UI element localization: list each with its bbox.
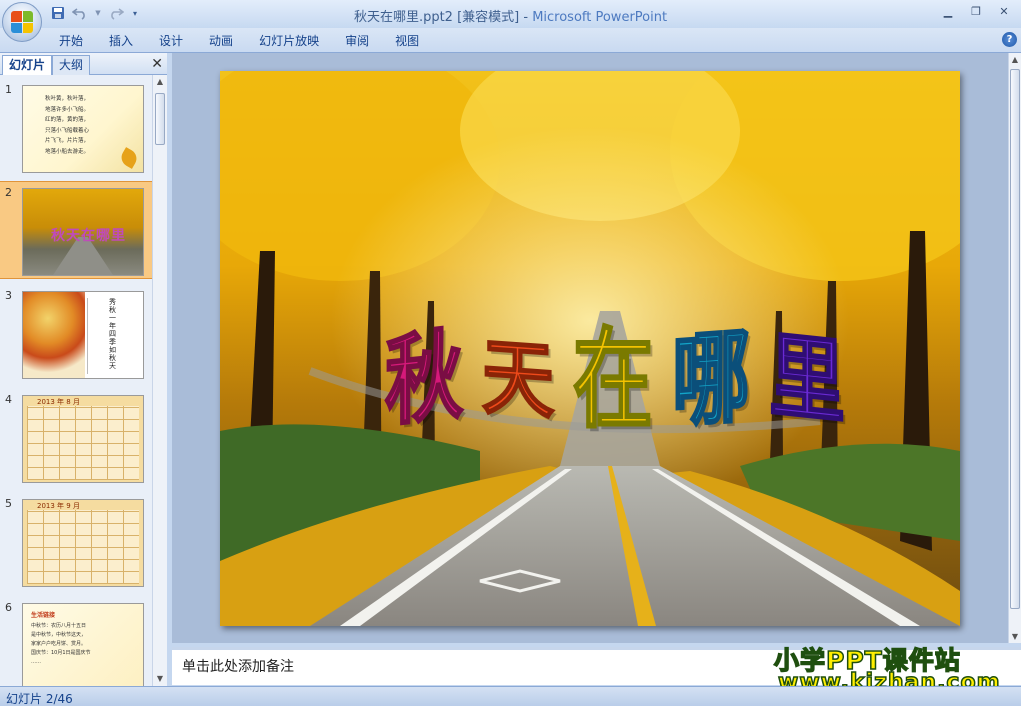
wordart-char-5: 里 — [768, 320, 846, 437]
title-separator: - — [519, 10, 533, 25]
close-icon[interactable]: ✕ — [991, 2, 1017, 20]
slide-editing-area: 秋 天 在 哪 里 — [172, 53, 1008, 643]
slide-number: 4 — [5, 393, 12, 406]
wordart-char-4: 哪 — [671, 318, 751, 443]
status-bar: 幻灯片 2/46 — [0, 686, 1021, 706]
poem-line: 地落许多小飞船。 — [45, 106, 90, 113]
thumb-title: 秋天在哪里 — [51, 228, 126, 244]
slide-thumbnail-3[interactable]: 3 秀 秋 一 年 四 季 如 秋 天 — [0, 285, 152, 383]
slide-thumbnail-2[interactable]: 2 秋天在哪里 — [0, 181, 152, 279]
slide-number: 5 — [5, 497, 12, 510]
poem-line: 秋叶黄，秋叶落， — [45, 96, 90, 102]
thumb-char: 季 — [109, 338, 116, 346]
ribbon-tabs: 开始 插入 设计 动画 幻灯片放映 审阅 视图 — [46, 32, 432, 50]
slide-thumbnails: 1 秋叶黄，秋叶落， 地落许多小飞船。 红的落，黄的落， 只落小飞船载着心 片飞… — [0, 75, 152, 686]
slide-number: 1 — [5, 83, 12, 96]
tab-slideshow[interactable]: 幻灯片放映 — [246, 32, 332, 50]
tab-insert[interactable]: 插入 — [96, 32, 146, 50]
poem-line: 片飞飞，片片落， — [45, 138, 90, 144]
thumbnail-image: 秋叶黄，秋叶落， 地落许多小飞船。 红的落，黄的落， 只落小飞船载着心 片飞飞，… — [22, 85, 144, 173]
thumb-leaves — [23, 292, 85, 378]
help-icon[interactable]: ? — [1002, 32, 1017, 47]
thumb-char: 天 — [109, 362, 116, 370]
thumbnail-image: 秀 秋 一 年 四 季 如 秋 天 — [22, 291, 144, 379]
slide-scrollbar[interactable]: ▲ ▼ — [1008, 53, 1021, 643]
scroll-up-icon[interactable]: ▲ — [153, 75, 167, 89]
poem-line: 只落小飞船载着心 — [45, 127, 90, 134]
slide-thumbnail-5[interactable]: 5 2013 年 9 月 — [0, 493, 152, 591]
tab-view[interactable]: 视图 — [382, 32, 432, 50]
thumb-char: 秀 — [109, 298, 116, 306]
thumb-char: 年 — [109, 322, 116, 330]
slide-indicator: 幻灯片 2/46 — [6, 692, 73, 706]
body-line: 是中秋节，中秋节这天， — [31, 632, 87, 638]
poem-line: 红的落，黄的落， — [45, 117, 90, 123]
slides-pane: 幻灯片 大纲 ✕ 1 秋叶黄，秋叶落， 地落许多小飞船。 红的落，黄的落， 只落… — [0, 53, 167, 686]
thumb-char: 四 — [109, 330, 116, 338]
office-button[interactable] — [2, 2, 42, 42]
office-logo-icon — [11, 11, 33, 33]
thumb-poem: 秋叶黄，秋叶落， 地落许多小飞船。 红的落，黄的落， 只落小飞船载着心 片飞飞，… — [45, 94, 89, 157]
slide-number: 6 — [5, 601, 12, 614]
thumb-char: 秋 — [109, 306, 116, 314]
scrollbar-thumb[interactable] — [155, 93, 165, 145]
thumb-char: 一 — [109, 314, 116, 322]
ribbon: 开始 插入 设计 动画 幻灯片放映 审阅 视图 ? — [0, 28, 1021, 53]
wordart-char-3: 在 — [572, 316, 654, 444]
close-pane-icon[interactable]: ✕ — [151, 56, 163, 72]
body-line: 中秋节：农历八月十五日 — [31, 623, 87, 629]
calendar-grid — [27, 510, 139, 584]
slide-thumbnail-1[interactable]: 1 秋叶黄，秋叶落， 地落许多小飞船。 红的落，黄的落， 只落小飞船载着心 片飞… — [0, 79, 152, 177]
wordart-title[interactable]: 秋 天 在 哪 里 — [384, 281, 846, 461]
tab-outline[interactable]: 大纲 — [52, 55, 91, 75]
tab-animations[interactable]: 动画 — [196, 32, 246, 50]
window-controls: ▁ ❐ ✕ — [935, 2, 1017, 20]
body-line: 国庆节：10月1日是国庆节 — [31, 650, 91, 656]
thumbnail-image: 秋天在哪里 — [22, 188, 144, 276]
body-line: 家家户户吃月饼、赏月。 — [31, 641, 87, 647]
title-bar: ▼ ▾ 秋天在哪里.ppt2 [兼容模式] - Microsoft PowerP… — [0, 0, 1021, 42]
calendar-grid — [27, 406, 139, 480]
tab-slides[interactable]: 幻灯片 — [2, 55, 53, 75]
poem-line: 地落小船去游走。 — [45, 148, 90, 155]
powerpoint-window: ▼ ▾ 秋天在哪里.ppt2 [兼容模式] - Microsoft PowerP… — [0, 0, 1021, 706]
thumb-header: 生活链接 — [31, 612, 56, 619]
notes-placeholder[interactable]: 单击此处添加备注 — [182, 656, 294, 676]
scroll-down-icon[interactable]: ▼ — [153, 672, 167, 686]
slide-number: 3 — [5, 289, 12, 302]
window-title: 秋天在哪里.ppt2 [兼容模式] - Microsoft PowerPoint — [0, 6, 1021, 25]
thumb-vertical-text: 秀 秋 一 年 四 季 如 秋 天 — [109, 298, 119, 370]
restore-icon[interactable]: ❐ — [963, 2, 989, 20]
app-name: Microsoft PowerPoint — [532, 10, 668, 25]
leaf-icon — [118, 147, 140, 169]
slide-thumbnail-6[interactable]: 6 生活链接 中秋节：农历八月十五日 是中秋节，中秋节这天， 家家户户吃月饼、赏… — [0, 597, 152, 686]
slide-thumbnail-4[interactable]: 4 2013 年 8 月 — [0, 389, 152, 487]
wordart-char-2: 天 — [481, 327, 555, 431]
current-slide[interactable]: 秋 天 在 哪 里 — [220, 71, 960, 626]
wordart-char-1: 秋 — [384, 318, 464, 441]
thumbnail-image: 2013 年 9 月 — [22, 499, 144, 587]
thumb-char: 秋 — [109, 354, 116, 362]
scrollbar-thumb[interactable] — [1010, 69, 1020, 609]
tab-home[interactable]: 开始 — [46, 32, 96, 50]
thumb-char: 如 — [109, 346, 116, 354]
thumb-body: 中秋节：农历八月十五日 是中秋节，中秋节这天， 家家户户吃月饼、赏月。 国庆节：… — [31, 622, 91, 667]
minimize-icon[interactable]: ▁ — [935, 2, 961, 20]
tab-review[interactable]: 审阅 — [332, 32, 382, 50]
body-line: …… — [31, 659, 41, 665]
tab-design[interactable]: 设计 — [146, 32, 196, 50]
thumbnails-scrollbar[interactable]: ▲ ▼ — [152, 75, 167, 686]
slide-number: 2 — [5, 186, 12, 199]
thumbnail-image: 生活链接 中秋节：农历八月十五日 是中秋节，中秋节这天， 家家户户吃月饼、赏月。… — [22, 603, 144, 686]
scroll-up-icon[interactable]: ▲ — [1009, 55, 1021, 64]
thumbnail-image: 2013 年 8 月 — [22, 395, 144, 483]
document-title: 秋天在哪里.ppt2 [兼容模式] — [353, 10, 520, 25]
pane-tabs: 幻灯片 大纲 ✕ — [0, 53, 167, 75]
scroll-down-icon[interactable]: ▼ — [1009, 632, 1021, 641]
thumb-divider — [87, 298, 88, 374]
